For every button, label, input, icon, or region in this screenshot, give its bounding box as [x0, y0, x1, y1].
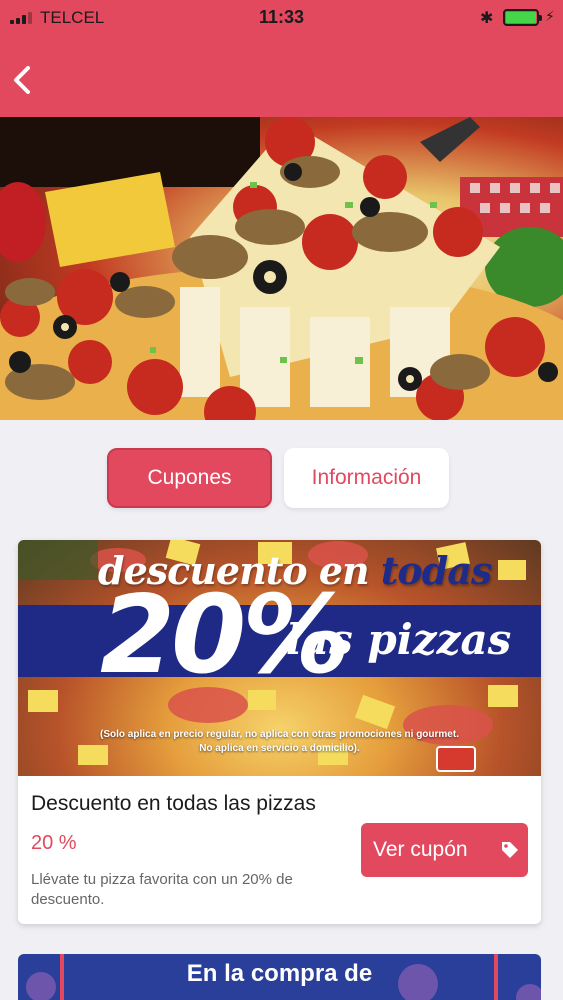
tab-informacion[interactable]: Información: [284, 448, 449, 508]
coupon-banner-image: descuento en todas 20% las pizzas (Solo …: [18, 540, 541, 776]
nav-bar: [0, 40, 563, 117]
bluetooth-icon: ✱: [480, 10, 494, 27]
banner-headline-b: todas: [380, 548, 492, 593]
brand-logo: [436, 746, 476, 772]
segmented-tabs: Cupones Información: [107, 448, 449, 508]
view-coupon-button[interactable]: Ver cupón: [361, 823, 528, 877]
view-coupon-label: Ver cupón: [373, 838, 468, 861]
tag-icon: [502, 842, 518, 858]
banner-subline: las pizzas: [286, 615, 512, 664]
coupon-card-next[interactable]: En la compra de: [18, 954, 541, 1000]
hero-image[interactable]: [0, 117, 563, 420]
charging-icon: ⚡: [545, 8, 555, 24]
next-card-headline: En la compra de: [186, 960, 373, 987]
coupon-card[interactable]: descuento en todas 20% las pizzas (Solo …: [18, 540, 541, 924]
fine-print-line-1: (Solo aplica en precio regular, no aplic…: [100, 729, 459, 740]
pizza-photo: [0, 117, 563, 420]
tab-cupones[interactable]: Cupones: [107, 448, 272, 508]
chevron-left-icon: [14, 66, 30, 94]
back-button[interactable]: [4, 58, 44, 102]
clock: 11:33: [258, 7, 305, 27]
coupon-title: Descuento en todas las pizzas: [31, 792, 316, 815]
battery-icon: [503, 9, 542, 26]
coupon-discount: 20 %: [31, 832, 77, 854]
status-bar: TELCEL 11:33 ✱ ⚡: [0, 0, 563, 40]
coupon-description: Llévate tu pizza favorita con un 20% de …: [31, 871, 293, 908]
